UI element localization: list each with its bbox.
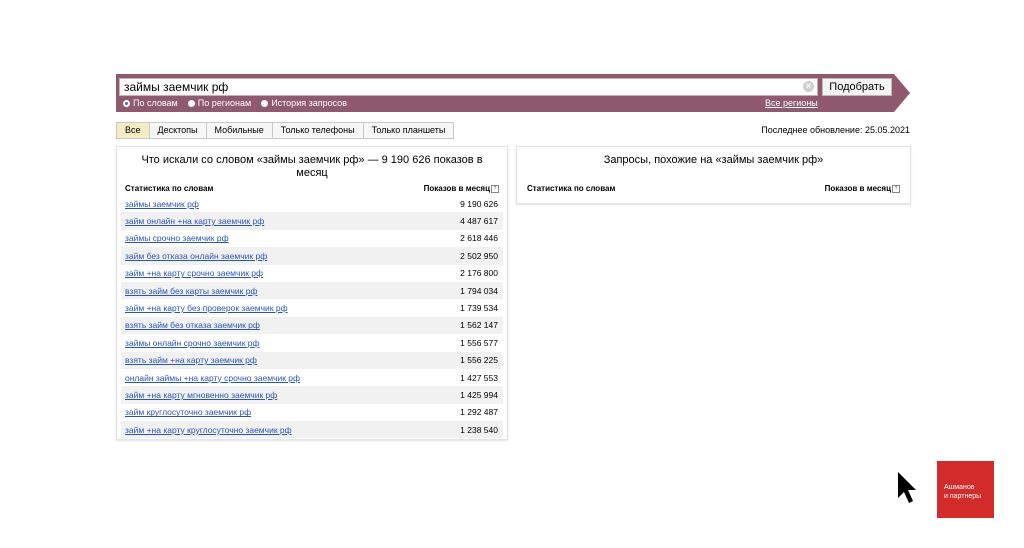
count-value: 1 238 540 — [460, 424, 498, 435]
tab-tablets-only[interactable]: Только планшеты — [363, 123, 454, 138]
query-link[interactable]: онлайн займы +на карту срочно заемчик рф — [125, 373, 300, 383]
table-row: онлайн займы +на карту срочно заемчик рф… — [121, 369, 503, 386]
clear-icon[interactable]: ✕ — [803, 81, 814, 92]
count-value: 1 292 487 — [460, 407, 498, 418]
radio-selected-icon[interactable] — [123, 99, 130, 107]
help-icon[interactable]: ? — [491, 184, 499, 193]
mode-by-words[interactable]: По словам — [123, 98, 178, 108]
device-tabs: Все Десктопы Мобильные Только телефоны Т… — [116, 122, 455, 139]
tab-desktops[interactable]: Десктопы — [149, 123, 207, 138]
table-row: займ +на карту срочно заемчик рф 2 176 80… — [121, 265, 503, 282]
mode-by-regions[interactable]: По регионам — [187, 98, 252, 108]
search-mode-group: По словам По регионам История запросов — [123, 98, 347, 108]
table-row: взять займ без отказа заемчик рф 1 562 14… — [121, 316, 503, 335]
query-link[interactable]: займ онлайн +на карту заемчик рф — [125, 216, 264, 226]
query-link[interactable]: займ +на карту мгновенно заемчик рф — [125, 390, 277, 400]
table-row: взять займ без карты заемчик рф 1 794 034 — [121, 281, 503, 300]
mode-label: По словам — [133, 98, 178, 108]
last-update: Последнее обновление: 25.05.2021 — [761, 125, 910, 135]
col-header-count-label: Показов в месяц — [423, 184, 490, 193]
mode-label: История запросов — [271, 98, 347, 108]
words-stats-panel: Что искали со словом «займы заемчик рф» … — [116, 146, 508, 440]
search-input[interactable] — [119, 78, 818, 96]
table-row: займ без отказа онлайн заемчик рф 2 502 9… — [121, 247, 503, 265]
count-value: 1 556 225 — [460, 355, 498, 366]
count-value: 2 618 446 — [460, 233, 498, 244]
query-link[interactable]: взять займ +на карту заемчик рф — [125, 355, 257, 365]
table-row: займ онлайн +на карту заемчик рф 4 487 61… — [121, 212, 503, 230]
cursor-logo-icon — [898, 472, 916, 503]
query-link[interactable]: займ без отказа онлайн заемчик рф — [125, 251, 267, 261]
query-link[interactable]: займы срочно заемчик рф — [125, 233, 229, 243]
count-value: 1 739 534 — [460, 303, 498, 314]
count-value: 4 487 617 — [460, 216, 498, 227]
table-row: займ +на карту мгновенно заемчик рф 1 425… — [121, 386, 503, 404]
stats-table: займы заемчик рф 9 190 626 займ онлайн +н… — [121, 195, 503, 439]
radio-icon[interactable] — [261, 99, 269, 107]
tab-mobile[interactable]: Мобильные — [206, 123, 273, 138]
table-row: займ +на карту без проверок заемчик рф 1 … — [121, 299, 503, 316]
radio-icon[interactable] — [187, 99, 195, 107]
brand-line-2: и партнеры — [944, 493, 982, 500]
col-header-count-label: Показов в месяц — [824, 184, 891, 193]
count-value: 2 502 950 — [460, 250, 498, 261]
table-row: займы онлайн срочно заемчик рф 1 556 577 — [121, 334, 503, 351]
count-value: 1 556 577 — [460, 337, 498, 348]
col-header-query: Статистика по словам — [527, 184, 616, 193]
query-link[interactable]: займ круглосуточно заемчик рф — [125, 407, 251, 417]
count-value: 1 562 147 — [460, 320, 498, 331]
search-bar-arrow — [894, 74, 910, 112]
help-icon[interactable]: ? — [892, 184, 900, 193]
col-header-query: Статистика по словам — [125, 184, 214, 193]
tab-all[interactable]: Все — [117, 123, 150, 138]
table-row: займы срочно заемчик рф 2 618 446 — [121, 230, 503, 247]
all-regions-link[interactable]: Все регионы — [765, 98, 818, 108]
mode-history[interactable]: История запросов — [261, 98, 347, 108]
count-value: 1 794 034 — [460, 285, 498, 296]
query-link[interactable]: займ +на карту без проверок заемчик рф — [125, 303, 288, 313]
col-header-count: Показов в месяц? — [424, 184, 499, 193]
count-value: 1 427 553 — [460, 372, 498, 383]
similar-queries-panel: Запросы, похожие на «займы заемчик рф» С… — [516, 146, 911, 204]
submit-button[interactable]: Подобрать — [822, 78, 892, 96]
col-header-count: Показов в месяц? — [825, 184, 900, 193]
table-row: взять займ +на карту заемчик рф 1 556 225 — [121, 351, 503, 369]
panel-title: Что искали со словом «займы заемчик рф» … — [141, 154, 483, 179]
mode-label: По регионам — [197, 98, 252, 108]
panel-title: Запросы, похожие на «займы заемчик рф» — [603, 154, 824, 166]
query-link[interactable]: займы онлайн срочно заемчик рф — [125, 338, 260, 348]
query-link[interactable]: займ +на карту срочно заемчик рф — [125, 268, 263, 278]
brand-logo: Ашманов и партнеры — [937, 461, 994, 518]
table-row: займ круглосуточно заемчик рф 1 292 487 — [121, 404, 503, 421]
count-value: 1 425 994 — [460, 389, 498, 400]
count-value: 9 190 626 — [460, 198, 498, 209]
table-row: займы заемчик рф 9 190 626 — [121, 195, 503, 212]
count-value: 2 176 800 — [460, 268, 498, 279]
query-link[interactable]: взять займ без отказа заемчик рф — [125, 320, 260, 330]
table-row: займ +на карту круглосуточно заемчик рф 1… — [121, 421, 503, 439]
tab-phones-only[interactable]: Только телефоны — [272, 123, 364, 138]
query-link[interactable]: взять займ без карты заемчик рф — [125, 286, 257, 296]
query-link[interactable]: займы заемчик рф — [125, 199, 199, 209]
brand-line-1: Ашманов — [944, 484, 975, 491]
query-link[interactable]: займ +на карту круглосуточно заемчик рф — [125, 425, 292, 435]
